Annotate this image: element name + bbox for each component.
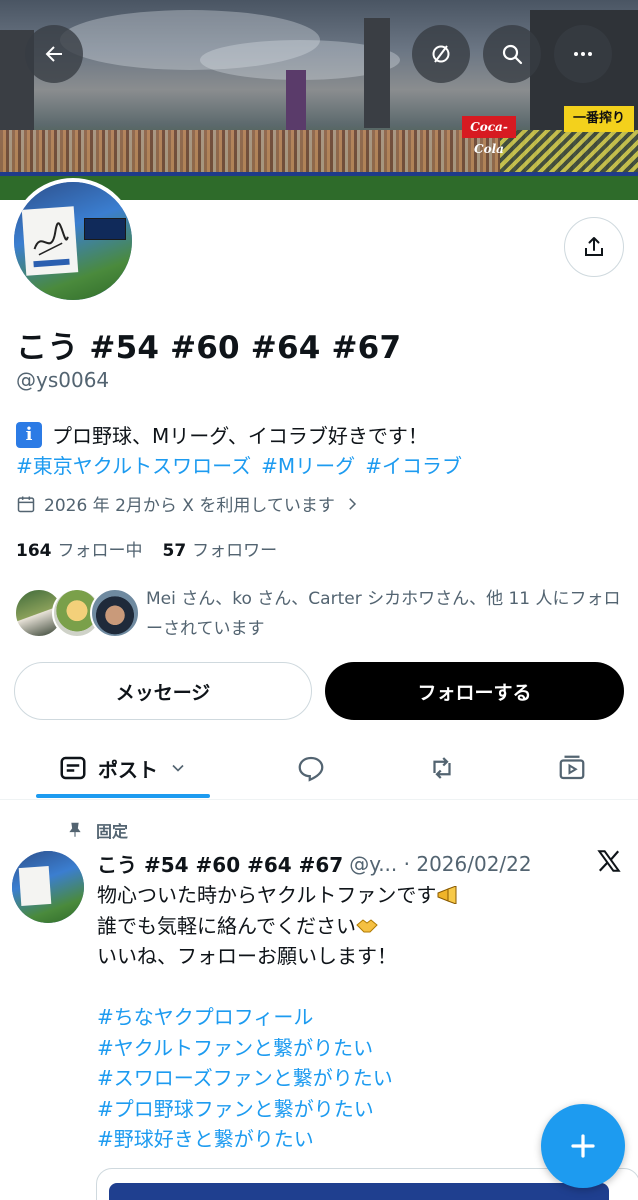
x-logo-icon	[597, 850, 621, 872]
hashtag-link[interactable]: #イコラブ	[365, 450, 462, 479]
avatar-scoreboard	[84, 218, 126, 240]
post-author-name[interactable]: こう #54 #60 #64 #67	[97, 849, 343, 878]
banner-coke-sign: Coca-Cola	[462, 116, 516, 156]
megaphone-icon	[437, 886, 457, 904]
search-button[interactable]	[483, 25, 541, 83]
reply-bubble-icon	[298, 756, 324, 782]
plus-icon	[571, 1134, 595, 1158]
banner-light-tower	[364, 18, 390, 128]
chevron-right-icon	[349, 497, 356, 510]
back-button[interactable]	[25, 25, 83, 83]
hashtag-link[interactable]: #野球好きと繋がりたい	[97, 1124, 557, 1155]
followers-link[interactable]: 57 フォロワー	[163, 536, 278, 561]
ellipsis-icon	[574, 52, 592, 56]
post-header: こう #54 #60 #64 #67 @y... · 2026/02/22	[97, 849, 532, 878]
pinned-indicator: 固定	[66, 818, 128, 842]
banner-tower	[286, 70, 306, 130]
followed-by-text: Mei さん、ko さん、Carter シカホワさん、他 11 人にフォローされ…	[146, 589, 621, 639]
tab-posts[interactable]: ポスト	[36, 738, 210, 798]
post-body: 物心ついた時からヤクルトファンです 誰でも気軽に絡んでください いいね、フォロー…	[97, 880, 557, 1155]
follow-stats: 164 フォロー中 57 フォロワー	[16, 536, 277, 561]
share-icon	[585, 237, 603, 256]
hashtag-link[interactable]: #東京ヤクルトスワローズ	[16, 450, 251, 479]
avatar	[90, 588, 140, 638]
slash-circle-icon	[432, 45, 450, 63]
followers-label: フォロワー	[192, 541, 278, 561]
chevron-down-icon	[172, 764, 184, 772]
profile-banner[interactable]: Coca-Cola 一番搾り	[0, 0, 638, 200]
profile-tabs: ポスト	[0, 738, 638, 800]
post-meta: @y... · 2026/02/22	[349, 851, 532, 876]
followed-by-row[interactable]: Mei さん、ko さん、Carter シカホワさん、他 11 人にフォローされ…	[14, 584, 626, 644]
bio-text: プロ野球、Mリーグ、イコラブ好きです！	[52, 424, 428, 448]
joined-date[interactable]: 2026 年 2月から X を利用しています	[16, 491, 361, 516]
follower-avatars	[14, 584, 140, 638]
display-name: こう #54 #60 #64 #67	[16, 330, 402, 366]
banner-yellow-sign: 一番搾り	[564, 106, 634, 132]
hashtag-link[interactable]: #プロ野球ファンと繋がりたい	[97, 1094, 557, 1125]
profile-avatar[interactable]	[10, 178, 136, 304]
following-label: フォロー中	[57, 541, 143, 561]
calendar-icon	[17, 496, 35, 512]
arrow-left-icon	[45, 46, 62, 62]
post-author-avatar[interactable]	[12, 851, 84, 923]
tab-media[interactable]	[542, 738, 602, 798]
post-line: 誰でも気軽に絡んでください	[97, 911, 557, 942]
bio-hashtags: #東京ヤクルトスワローズ #Mリーグ #イコラブ	[16, 450, 462, 479]
tab-reposts[interactable]	[412, 738, 472, 798]
autograph-card	[21, 206, 79, 276]
media-icon	[559, 755, 585, 780]
pin-icon	[69, 822, 81, 837]
follow-button[interactable]: フォローする	[325, 662, 624, 720]
search-icon	[502, 44, 523, 65]
following-count: 164	[16, 541, 52, 561]
post-list-icon	[60, 756, 86, 780]
autograph-card	[18, 865, 52, 907]
post-line: いいね、フォローお願いします！	[97, 944, 397, 968]
info-icon: i	[16, 421, 42, 448]
share-button[interactable]	[564, 217, 624, 277]
retweet-icon	[433, 757, 451, 779]
tab-replies[interactable]	[281, 738, 341, 798]
tab-posts-label: ポスト	[98, 757, 158, 782]
active-tab-indicator	[36, 794, 210, 798]
hashtag-link[interactable]: #ちなヤクプロフィール	[97, 1002, 557, 1033]
hashtag-link[interactable]: #Mリーグ	[261, 450, 355, 479]
pinned-label: 固定	[96, 822, 129, 841]
message-button[interactable]: メッセージ	[14, 662, 312, 720]
post-line: 物心ついた時からヤクルトファンです	[97, 880, 557, 911]
more-button[interactable]	[554, 25, 612, 83]
bio-line: i プロ野球、Mリーグ、イコラブ好きです！	[16, 420, 428, 449]
user-handle: @ys0064	[16, 368, 110, 392]
compose-button[interactable]	[541, 1104, 625, 1188]
hashtag-link[interactable]: #ヤクルトファンと繋がりたい	[97, 1033, 557, 1064]
hashtag-link[interactable]: #スワローズファンと繋がりたい	[97, 1063, 557, 1094]
joined-text: 2026 年 2月から X を利用しています	[44, 496, 335, 516]
handshake-icon	[356, 918, 378, 932]
following-link[interactable]: 164 フォロー中	[16, 536, 143, 561]
followers-count: 57	[162, 541, 187, 561]
grok-button[interactable]	[412, 25, 470, 83]
